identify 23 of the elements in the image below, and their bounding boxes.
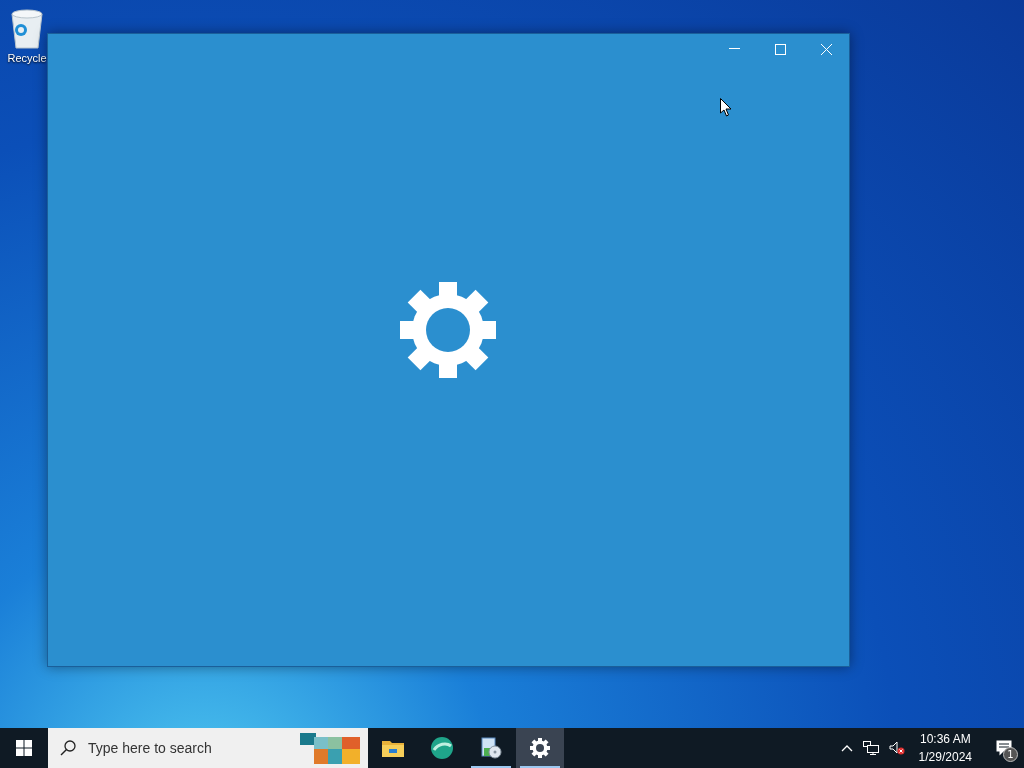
settings-icon (398, 281, 497, 379)
chevron-up-icon[interactable] (840, 744, 853, 752)
network-icon[interactable] (862, 741, 879, 755)
search-input[interactable]: Type here to search (86, 739, 280, 757)
notifications-button[interactable]: 1 (984, 728, 1024, 768)
muted-speaker-icon[interactable] (888, 741, 905, 755)
puzzle-pieces-icon (298, 731, 362, 765)
installer-icon (479, 736, 503, 760)
desktop-icon-label[interactable]: Recycle (7, 52, 47, 64)
taskbar-app-button[interactable] (516, 728, 564, 768)
close-icon[interactable] (821, 43, 832, 55)
mouse-pointer-icon (720, 98, 732, 117)
windows-logo-icon (16, 740, 32, 756)
settings-icon (530, 738, 550, 758)
globe-icon (430, 736, 454, 760)
search-icon (60, 740, 76, 756)
clock-time[interactable]: 10:36 AM (919, 730, 971, 748)
maximize-icon[interactable] (775, 43, 786, 55)
minimize-icon[interactable] (729, 48, 740, 50)
search-field[interactable]: Type here to search (48, 728, 368, 768)
clock-date[interactable]: 1/29/2024 (918, 748, 972, 766)
notification-count-badge: 1 (1003, 747, 1018, 762)
folder-icon (382, 739, 404, 757)
